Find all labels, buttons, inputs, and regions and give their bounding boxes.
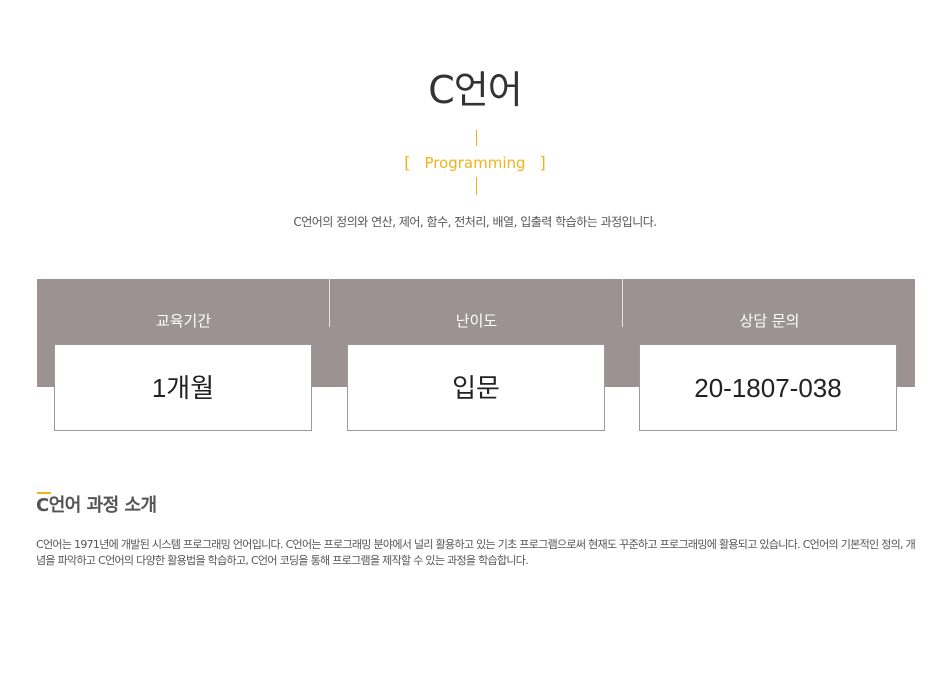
info-label-difficulty: 난이도: [455, 312, 498, 330]
info-value-difficulty: 입문: [347, 344, 605, 431]
bracket-close: ]: [539, 153, 546, 172]
title-divider-top: [476, 130, 477, 146]
info-label-duration: 교육기간: [155, 312, 212, 330]
page-title: C언어: [428, 68, 522, 112]
category-label: Programming: [424, 154, 526, 172]
title-divider-bottom: [476, 177, 477, 195]
category-subtitle: [ Programming]: [0, 150, 950, 176]
intro-body: C언어는 1971년에 개발된 시스템 프로그래밍 언어입니다. C언어는 프로…: [36, 538, 916, 567]
info-value-contact: 20-1807-038: [639, 344, 897, 431]
course-description: C언어의 정의와 연산, 제어, 함수, 전처리, 배열, 입출력 학습하는 과…: [293, 215, 657, 229]
intro-title: C언어 과정 소개: [36, 495, 157, 516]
info-label-contact: 상담 문의: [739, 312, 800, 330]
course-page: C언어 [ Programming] C언어의 정의와 연산, 제어, 함수, 전…: [0, 0, 950, 700]
bracket-open: [: [404, 153, 411, 172]
info-value-duration: 1개월: [54, 344, 312, 431]
